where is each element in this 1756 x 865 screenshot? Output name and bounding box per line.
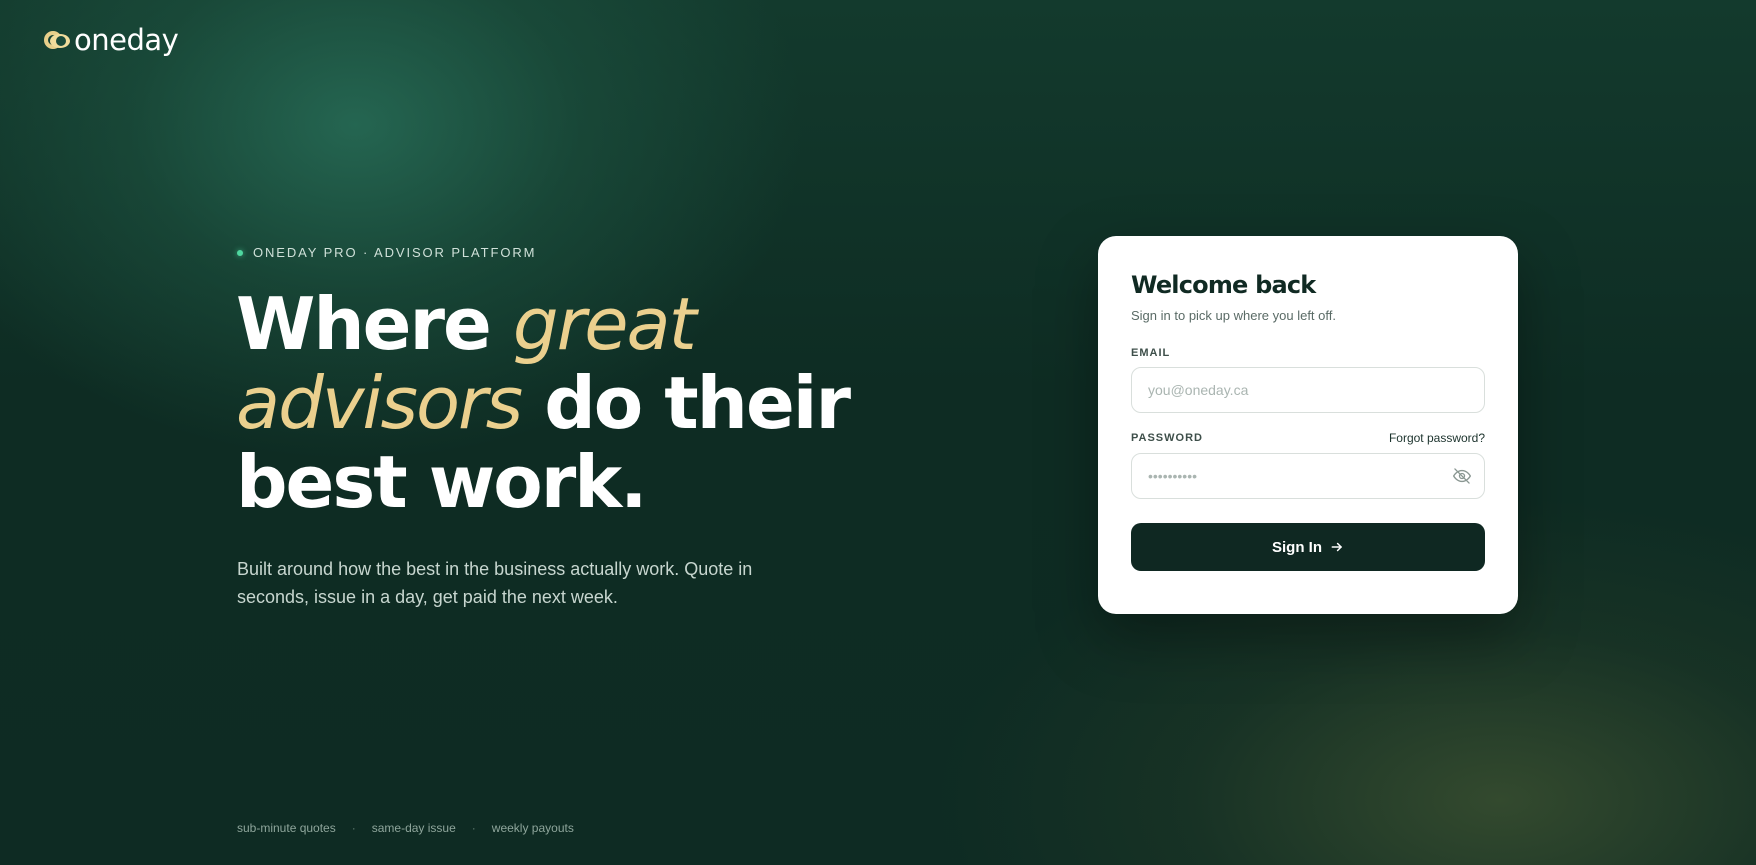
logo-text: oneday — [74, 23, 179, 57]
tag-separator: · — [351, 821, 356, 835]
eye-off-icon — [1453, 468, 1471, 484]
feature-tag: same-day issue — [371, 821, 456, 835]
logo-mark-icon — [44, 30, 70, 51]
eyebrow-text: ONEDAY PRO · ADVISOR PLATFORM — [253, 245, 537, 260]
toggle-password-visibility-button[interactable] — [1451, 465, 1473, 487]
headline-part-2: do their — [521, 361, 851, 445]
login-card: Welcome back Sign in to pick up where yo… — [1098, 236, 1518, 614]
headline-part-1: Where — [236, 282, 513, 366]
feature-tag: sub-minute quotes — [237, 821, 336, 835]
email-field-wrap — [1131, 367, 1485, 413]
feature-tag: weekly payouts — [491, 821, 574, 835]
feature-tags: sub-minute quotes · same-day issue · wee… — [237, 821, 574, 835]
login-title: Welcome back — [1131, 271, 1316, 299]
tag-separator: · — [471, 821, 476, 835]
headline-accent-1: great — [512, 282, 697, 366]
sign-in-button[interactable]: Sign In — [1131, 523, 1485, 571]
password-label: PASSWORD — [1131, 432, 1203, 444]
hero-subtext: Built around how the best in the busines… — [237, 559, 753, 607]
logo[interactable]: oneday — [44, 23, 179, 57]
eyebrow: ONEDAY PRO · ADVISOR PLATFORM — [237, 245, 536, 260]
headline-part-3: best work. — [236, 440, 647, 524]
email-input[interactable] — [1131, 367, 1485, 413]
arrow-right-icon — [1331, 542, 1342, 552]
email-label: EMAIL — [1131, 347, 1171, 359]
hero-headline: Where great advisors do their best work. — [236, 285, 936, 522]
password-field-wrap — [1131, 453, 1485, 499]
headline-accent-2: advisors — [236, 361, 523, 445]
password-input[interactable] — [1131, 453, 1485, 499]
email-label-row: EMAIL — [1131, 347, 1485, 359]
sign-in-label: Sign In — [1272, 538, 1322, 556]
login-subtitle: Sign in to pick up where you left off. — [1131, 308, 1336, 323]
forgot-password-link[interactable]: Forgot password? — [1389, 431, 1485, 445]
password-label-row: PASSWORD Forgot password? — [1131, 431, 1485, 445]
status-dot-icon — [237, 249, 243, 256]
